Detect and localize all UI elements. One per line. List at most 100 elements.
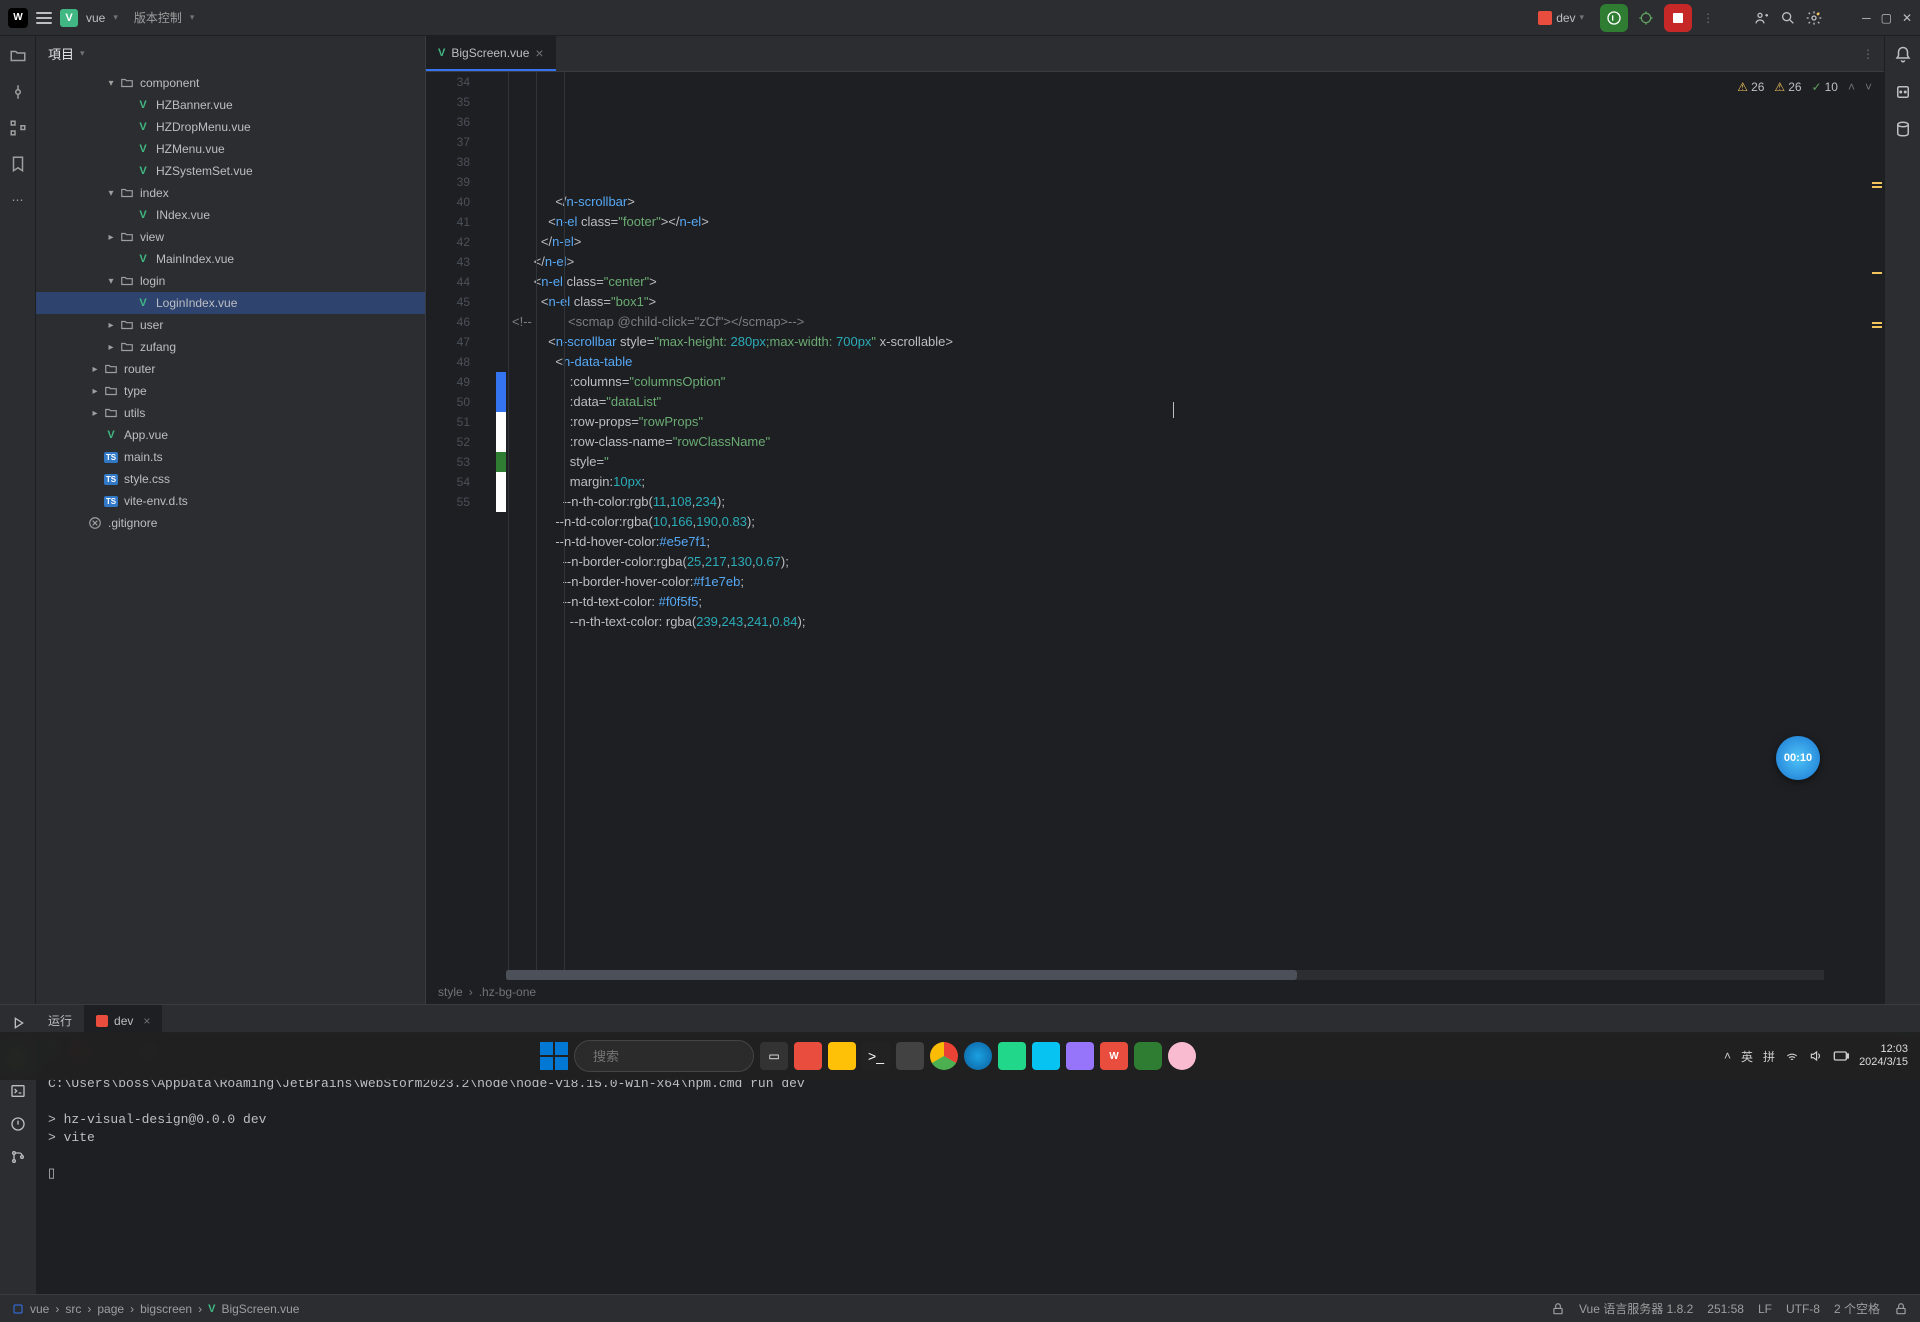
notifications-icon[interactable] (1894, 46, 1912, 67)
ime-lang[interactable]: 英 (1741, 1048, 1753, 1065)
tree-item[interactable]: TSvite-env.d.ts (36, 490, 425, 512)
close-icon[interactable]: × (143, 1014, 150, 1028)
database-tool-icon[interactable] (1894, 120, 1912, 141)
app-wechat[interactable] (1134, 1042, 1162, 1070)
breadcrumb[interactable]: style › .hz-bg-one (426, 980, 1884, 1004)
ime-mode[interactable]: 拼 (1763, 1048, 1775, 1065)
close-icon[interactable]: ✕ (1902, 11, 1912, 25)
tree-item[interactable]: .gitignore (36, 512, 425, 534)
wifi-icon[interactable] (1785, 1049, 1799, 1063)
tree-item[interactable]: ▸view (36, 226, 425, 248)
tree-item[interactable]: ▸zufang (36, 336, 425, 358)
tree-item[interactable]: VApp.vue (36, 424, 425, 446)
terminal-output[interactable]: C:\Users\boss\AppData\Roaming\JetBrains\… (36, 1067, 1920, 1294)
project-panel-header[interactable]: 項目 ▾ (36, 36, 425, 70)
navigation-bar[interactable]: vue› src› page› bigscreen› V BigScreen.v… (12, 1302, 1551, 1316)
more-icon[interactable]: ⋮ (1702, 11, 1714, 25)
commit-tool-icon[interactable] (8, 82, 28, 102)
tree-item[interactable]: ▾component (36, 72, 425, 94)
code-content[interactable]: </n-scrollbar> <n-el class="footer"></n-… (508, 72, 1870, 970)
more-tools-icon[interactable]: ⋯ (8, 190, 28, 210)
file-tree[interactable]: ▾componentVHZBanner.vueVHZDropMenu.vueVH… (36, 70, 425, 1004)
tree-item[interactable]: VHZDropMenu.vue (36, 116, 425, 138)
code-with-me-icon[interactable] (1754, 10, 1770, 26)
main-menu-icon[interactable] (36, 12, 52, 24)
horizontal-scrollbar[interactable] (506, 970, 1824, 980)
tree-item[interactable]: ▸type (36, 380, 425, 402)
chevron-down-icon[interactable]: ▾ (190, 12, 195, 23)
problems-icon[interactable] (10, 1116, 26, 1135)
debug-icon[interactable] (1638, 10, 1654, 26)
project-tool-icon[interactable] (8, 46, 28, 66)
vue-service-status[interactable]: Vue 语言服务器 1.8.2 (1579, 1300, 1693, 1317)
tree-item[interactable]: ▸router (36, 358, 425, 380)
close-icon[interactable]: × (535, 45, 543, 61)
chevron-down-icon[interactable]: ▾ (113, 12, 118, 23)
tree-item[interactable]: ▾index (36, 182, 425, 204)
settings-icon[interactable] (1806, 10, 1822, 26)
chevron-down-icon[interactable]: ˅ (1865, 80, 1872, 94)
app-datagrip[interactable] (1066, 1042, 1094, 1070)
fold-gutter[interactable] (478, 72, 494, 970)
app-wps[interactable]: W (1100, 1042, 1128, 1070)
tab-bigscreen[interactable]: V BigScreen.vue × (426, 36, 556, 71)
app-explorer[interactable] (828, 1042, 856, 1070)
tree-item[interactable]: VLoginIndex.vue (36, 292, 425, 314)
volume-icon[interactable] (1809, 1049, 1823, 1063)
bookmarks-tool-icon[interactable] (8, 154, 28, 174)
line-separator[interactable]: LF (1758, 1302, 1772, 1316)
readonly-toggle-icon[interactable] (1894, 1302, 1908, 1316)
clock[interactable]: 12:03 2024/3/15 (1859, 1043, 1908, 1069)
vue-icon: V (208, 1303, 215, 1315)
terminal-icon[interactable] (10, 1083, 26, 1102)
file-encoding[interactable]: UTF-8 (1786, 1302, 1820, 1316)
git-icon[interactable] (10, 1149, 26, 1168)
tree-item[interactable]: VINdex.vue (36, 204, 425, 226)
maximize-icon[interactable]: ▢ (1881, 11, 1892, 25)
run-button[interactable] (1600, 4, 1628, 32)
app-pink[interactable] (1168, 1042, 1196, 1070)
task-view-icon[interactable]: ▭ (760, 1042, 788, 1070)
stop-button[interactable] (1664, 4, 1692, 32)
system-tray[interactable]: ˄ 英 拼 12:03 2024/3/15 (1724, 1043, 1908, 1069)
tree-item[interactable]: VHZBanner.vue (36, 94, 425, 116)
code-editor[interactable]: 3435363738394041424344454647484950515253… (426, 72, 1884, 970)
app-todesk[interactable] (794, 1042, 822, 1070)
taskbar-search[interactable] (574, 1040, 754, 1072)
app-notepad[interactable] (896, 1042, 924, 1070)
battery-icon[interactable] (1833, 1050, 1849, 1062)
ai-tool-icon[interactable] (1894, 83, 1912, 104)
run-config-selector[interactable]: dev ▾ (1532, 9, 1590, 27)
start-button[interactable] (540, 1042, 568, 1070)
inspection-widget[interactable]: ⚠26 ⚠26 ✓10 ˄ ˅ (1737, 80, 1872, 94)
app-pycharm[interactable] (998, 1042, 1026, 1070)
error-stripe[interactable] (1870, 72, 1884, 970)
indent-settings[interactable]: 2 个空格 (1834, 1300, 1880, 1317)
line-gutter[interactable]: 3435363738394041424344454647484950515253… (426, 72, 478, 970)
vue-icon: V (134, 165, 152, 177)
tree-item[interactable]: VHZSystemSet.vue (36, 160, 425, 182)
version-control-menu[interactable]: 版本控制 (134, 9, 182, 26)
tree-item[interactable]: TSmain.ts (36, 446, 425, 468)
project-name[interactable]: vue (86, 11, 105, 25)
tree-item[interactable]: ▸user (36, 314, 425, 336)
minimize-icon[interactable]: ─ (1862, 11, 1871, 25)
app-edge[interactable] (964, 1042, 992, 1070)
search-icon[interactable] (1780, 10, 1796, 26)
app-chrome[interactable] (930, 1042, 958, 1070)
tree-item[interactable]: VMainIndex.vue (36, 248, 425, 270)
tree-item[interactable]: ▸utils (36, 402, 425, 424)
tab-options-icon[interactable]: ⋮ (1852, 36, 1884, 71)
app-webstorm[interactable] (1032, 1042, 1060, 1070)
chevron-up-icon[interactable]: ˄ (1848, 80, 1855, 94)
search-input[interactable] (593, 1049, 769, 1064)
app-terminal[interactable]: >_ (862, 1042, 890, 1070)
tree-item[interactable]: VHZMenu.vue (36, 138, 425, 160)
caret-position[interactable]: 251:58 (1707, 1302, 1744, 1316)
tree-item[interactable]: TSstyle.css (36, 468, 425, 490)
tray-chevron-icon[interactable]: ˄ (1724, 1049, 1731, 1063)
readonly-icon[interactable] (1551, 1302, 1565, 1316)
tree-item[interactable]: ▾login (36, 270, 425, 292)
recording-badge[interactable]: 00:10 (1776, 736, 1820, 780)
structure-tool-icon[interactable] (8, 118, 28, 138)
